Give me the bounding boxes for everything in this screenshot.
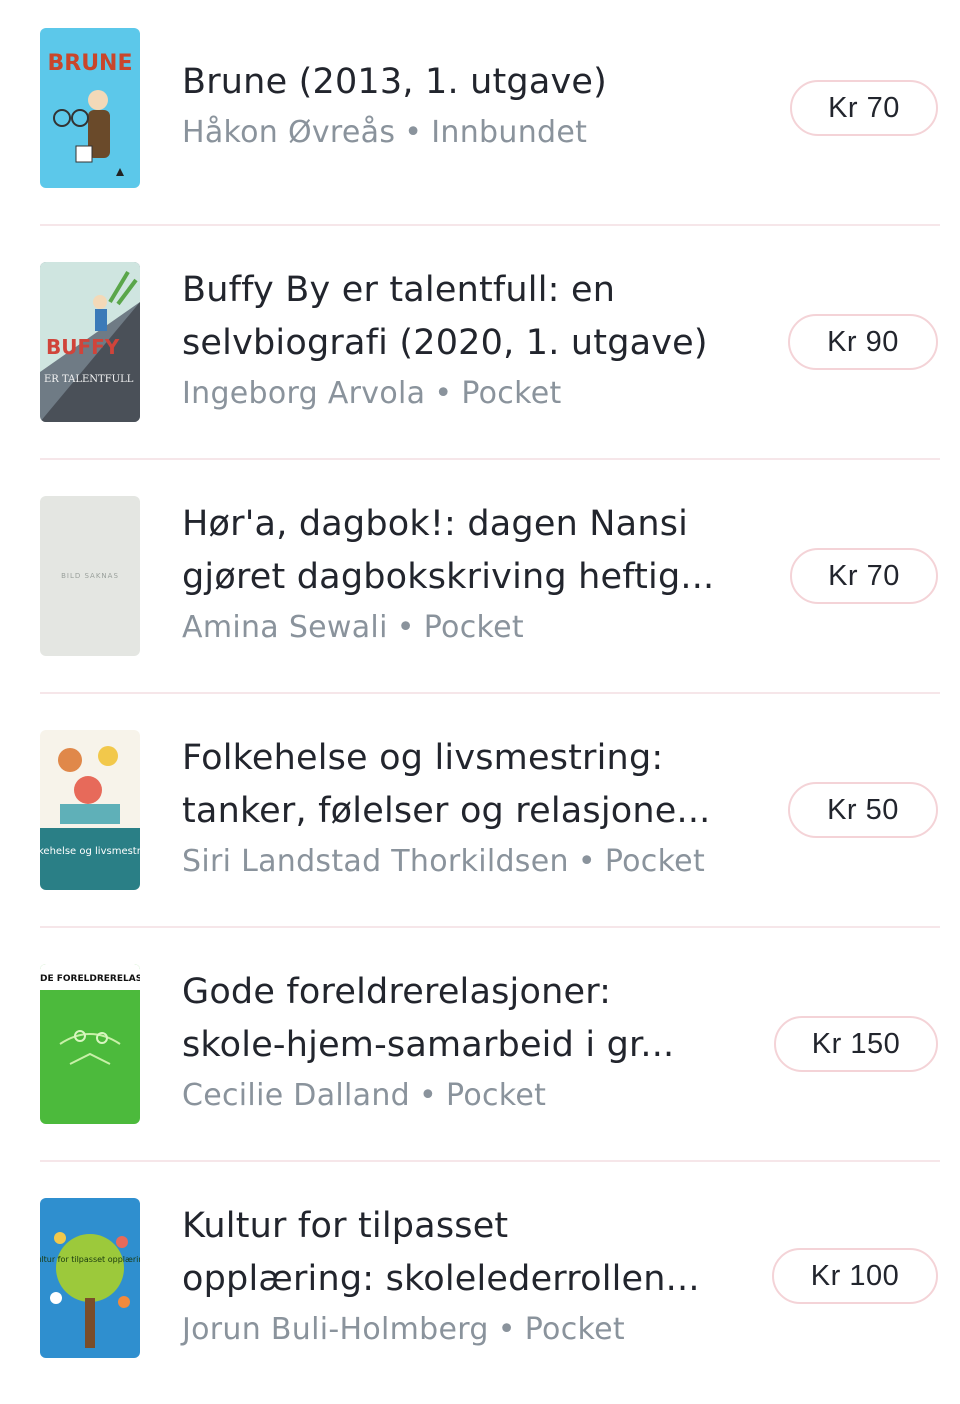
cover-title: BRUNE xyxy=(47,51,132,76)
book-info: Folkehelse og livsmestring: tanker, føle… xyxy=(182,732,762,882)
book-format: Pocket xyxy=(604,844,706,879)
list-item[interactable]: Kultur for tilpasset opplæring Kultur fo… xyxy=(0,1170,960,1404)
book-title[interactable]: Folkehelse og livsmestring: xyxy=(182,732,762,785)
price-button[interactable]: Kr 70 xyxy=(790,80,938,136)
separator-dot: • xyxy=(434,376,453,411)
list-item[interactable]: BRUNE Brune (2013, 1. utgave) Håkon Øvre… xyxy=(0,0,960,234)
book-author: Jorun Buli-Holmberg xyxy=(182,1312,489,1347)
book-author: Amina Sewali xyxy=(182,610,388,645)
cover-title: Folkehelse og livsmestring xyxy=(40,846,140,857)
list-item[interactable]: Folkehelse og livsmestring Folkehelse og… xyxy=(0,702,960,936)
book-format: Pocket xyxy=(461,376,562,411)
separator-dot: • xyxy=(404,115,423,150)
book-title-line2[interactable]: gjøret dagbokskriving heftig... xyxy=(182,551,762,604)
book-author: Håkon Øvreås xyxy=(182,115,396,150)
list-item[interactable]: BILD SAKNAS Hør'a, dagbok!: dagen Nansi … xyxy=(0,468,960,702)
book-format: Innbundet xyxy=(431,115,588,150)
book-info: Brune (2013, 1. utgave) Håkon Øvreås • Inn… xyxy=(182,56,762,153)
book-title-line2[interactable]: skole-hjem-samarbeid i gr... xyxy=(182,1019,762,1072)
book-author: Ingeborg Arvola xyxy=(182,376,426,411)
book-title-line2[interactable]: tanker, følelser og relasjone... xyxy=(182,785,762,838)
separator-dot: • xyxy=(577,844,596,879)
separator-dot: • xyxy=(497,1312,516,1347)
separator-dot: • xyxy=(419,1078,437,1113)
book-author: Cecilie Dalland xyxy=(182,1078,410,1113)
book-title[interactable]: Kultur for tilpasset xyxy=(182,1200,762,1253)
book-meta: Cecilie Dalland • Pocket xyxy=(182,1076,762,1116)
price-button[interactable]: Kr 50 xyxy=(788,782,938,838)
divider xyxy=(40,224,940,226)
book-title-line2[interactable]: selvbiografi (2020, 1. utgave) xyxy=(182,317,762,370)
book-meta: Amina Sewali • Pocket xyxy=(182,608,762,648)
price-button[interactable]: Kr 150 xyxy=(774,1016,938,1072)
book-meta: Ingeborg Arvola • Pocket xyxy=(182,374,762,414)
book-format: Pocket xyxy=(524,1312,625,1347)
book-cover[interactable]: DE FORELDRERELASJONI xyxy=(40,964,140,1124)
price-button[interactable]: Kr 100 xyxy=(772,1248,938,1304)
book-info: Buffy By er talentfull: en selvbiografi … xyxy=(182,264,762,414)
price-button[interactable]: Kr 70 xyxy=(790,548,938,604)
separator-dot: • xyxy=(396,610,415,645)
list-item[interactable]: BUFFY ER TALENTFULL Buffy By er talentfu… xyxy=(0,234,960,468)
divider xyxy=(40,926,940,928)
divider xyxy=(40,458,940,460)
book-title[interactable]: Brune (2013, 1. utgave) xyxy=(182,56,762,109)
book-author: Siri Landstad Thorkildsen xyxy=(182,844,569,879)
list-item[interactable]: DE FORELDRERELASJONI Gode foreldrerelasj… xyxy=(0,936,960,1170)
book-cover[interactable]: Kultur for tilpasset opplæring xyxy=(40,1198,140,1358)
book-cover[interactable]: BILD SAKNAS xyxy=(40,496,140,656)
book-meta: Jorun Buli-Holmberg • Pocket xyxy=(182,1310,762,1350)
book-info: Gode foreldrerelasjoner: skole-hjem-sama… xyxy=(182,966,762,1116)
divider xyxy=(40,1160,940,1162)
cover-title: Kultur for tilpasset opplæring xyxy=(40,1255,140,1264)
book-cover[interactable]: Folkehelse og livsmestring xyxy=(40,730,140,890)
book-title[interactable]: Buffy By er talentfull: en xyxy=(182,264,762,317)
book-cover[interactable]: BUFFY ER TALENTFULL xyxy=(40,262,140,422)
cover-title: ER TALENTFULL xyxy=(44,374,134,385)
book-title[interactable]: Hør'a, dagbok!: dagen Nansi xyxy=(182,498,762,551)
cover-placeholder-text: BILD SAKNAS xyxy=(61,572,119,580)
book-title-line2[interactable]: opplæring: skolelederrollen... xyxy=(182,1253,762,1306)
book-format: Pocket xyxy=(423,610,524,645)
book-format: Pocket xyxy=(446,1078,547,1113)
cover-title: DE FORELDRERELASJONI xyxy=(40,974,140,984)
book-info: Hør'a, dagbok!: dagen Nansi gjøret dagbo… xyxy=(182,498,762,648)
book-info: Kultur for tilpasset opplæring: skoleled… xyxy=(182,1200,762,1350)
price-button[interactable]: Kr 90 xyxy=(788,314,938,370)
book-meta: Siri Landstad Thorkildsen • Pocket xyxy=(182,842,762,882)
divider xyxy=(40,692,940,694)
book-meta: Håkon Øvreås • Innbundet xyxy=(182,113,762,153)
book-title[interactable]: Gode foreldrerelasjoner: xyxy=(182,966,762,1019)
book-cover[interactable]: BRUNE xyxy=(40,28,140,188)
svg-text:BUFFY: BUFFY xyxy=(46,335,120,359)
